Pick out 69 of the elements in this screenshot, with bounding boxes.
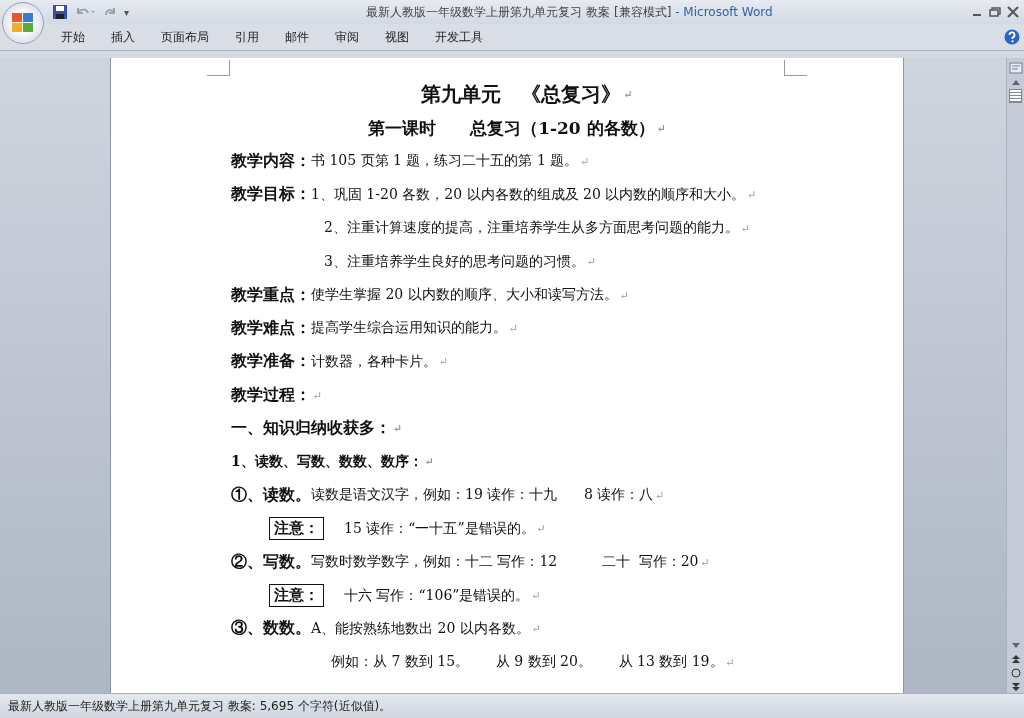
heading-text: 一、知识归纳收获多： (231, 418, 391, 440)
paragraph-mark: ↵ (439, 355, 449, 369)
body-text: A、能按熟练地数出 20 以内各数。 (311, 619, 530, 638)
body-text: 2、注重计算速度的提高，注重培养学生从多方面思考问题的能力。 (324, 219, 739, 238)
paragraph-mark: ↵ (586, 255, 597, 269)
ribbon-tab[interactable]: 审阅 (322, 26, 372, 48)
field-label: 教学重点： (231, 284, 311, 306)
note-label: 注意： (269, 517, 324, 541)
paragraph-mark: ↵ (656, 121, 666, 135)
scroll-thumb[interactable] (1009, 89, 1022, 103)
body-text: 1、巩固 1-20 各数，20 以内各数的组成及 20 以内数的顺序和大小。 (311, 185, 746, 204)
paragraph-mark: ↵ (619, 288, 629, 302)
paragraph-mark: ↵ (623, 88, 633, 102)
heading-text: 1、读数、写数、数数、数序： (231, 453, 423, 471)
crop-mark (207, 60, 230, 76)
help-icon[interactable] (1004, 29, 1020, 45)
ribbon-tab[interactable]: 开始 (48, 26, 98, 48)
field-label: 教学难点： (231, 317, 311, 339)
body-text: 例如：从 7 数到 15。 从 9 数到 20。 从 13 数到 19。 (331, 653, 724, 672)
ribbon-tab[interactable]: 引用 (222, 26, 272, 48)
field-label: 教学目标： (231, 184, 311, 206)
body-text: 写数时数学数字，例如：十二 写作：12 二十 写作：20 (311, 553, 699, 572)
body-text: 十六 写作：“106”是错误的。 (344, 586, 530, 605)
paragraph-mark: ↵ (655, 488, 665, 502)
body-text: 计数器，各种卡片。 (311, 352, 437, 371)
app-name: - Microsoft Word (674, 4, 773, 19)
close-icon[interactable] (1006, 6, 1020, 18)
field-label: ②、写数。 (231, 551, 311, 573)
paragraph-mark: ↵ (725, 655, 735, 669)
field-label: 教学内容： (231, 150, 311, 172)
body-text: 读数是语文汉字，例如：19 读作：十九 8 读作：八 (311, 486, 654, 505)
paragraph-mark: ↵ (531, 622, 542, 636)
heading-text: 第九单元 《总复习》 (421, 81, 622, 109)
note-label: 注意： (269, 584, 324, 608)
body-text: 3、注重培养学生良好的思考问题的习惯。 (324, 252, 585, 271)
ribbon-tab[interactable]: 插入 (98, 26, 148, 48)
restore-icon[interactable] (988, 6, 1002, 18)
office-button[interactable] (2, 2, 44, 44)
paragraph-mark: ↵ (509, 321, 519, 335)
body-text: 15 读作：“一十五”是错误的。 (344, 519, 535, 538)
customize-toolbar-button[interactable]: ▾ (124, 6, 130, 18)
paragraph-mark: ↵ (424, 455, 434, 469)
paragraph-mark: ↵ (580, 154, 590, 168)
heading-text: 第一课时 总复习（1-20 的各数） (368, 116, 655, 140)
vertical-scrollbar[interactable] (1006, 58, 1024, 693)
field-label: ③、数数。 (231, 618, 311, 640)
paragraph-mark: ↵ (740, 221, 751, 235)
field-label: 教学准备： (231, 351, 311, 373)
paragraph-mark: ↵ (536, 522, 546, 536)
body-text: 使学生掌握 20 以内数的顺序、大小和读写方法。 (311, 286, 618, 305)
ribbon-tab[interactable]: 邮件 (272, 26, 322, 48)
window-title: 最新人教版一年级数学上册第九单元复习 教案 [兼容模式] (366, 4, 672, 19)
paragraph-mark: ↵ (313, 388, 323, 402)
status-text: 最新人教版一年级数学上册第九单元复习 教案: 5,695 个字符(近似值)。 (8, 697, 392, 715)
ribbon-tab[interactable]: 开发工具 (422, 26, 496, 48)
ruler-toggle-icon[interactable] (1008, 61, 1023, 75)
field-label: ①、读数。 (231, 484, 311, 506)
ribbon-tab[interactable]: 页面布局 (148, 26, 222, 48)
paragraph-mark: ↵ (531, 589, 541, 603)
body-text: 提高学生综合运用知识的能力。 (311, 319, 507, 338)
crop-mark (784, 60, 807, 76)
paragraph-mark: ↵ (747, 188, 757, 202)
field-label: 教学过程： (231, 384, 311, 406)
paragraph-mark: ↵ (393, 422, 403, 436)
save-icon[interactable] (52, 4, 68, 20)
ribbon-tab[interactable]: 视图 (372, 26, 422, 48)
body-text: 书 105 页第 1 题，练习二十五的第 1 题。 (311, 152, 579, 171)
paragraph-mark: ↵ (700, 555, 710, 569)
browse-object-icon[interactable] (1009, 667, 1022, 679)
